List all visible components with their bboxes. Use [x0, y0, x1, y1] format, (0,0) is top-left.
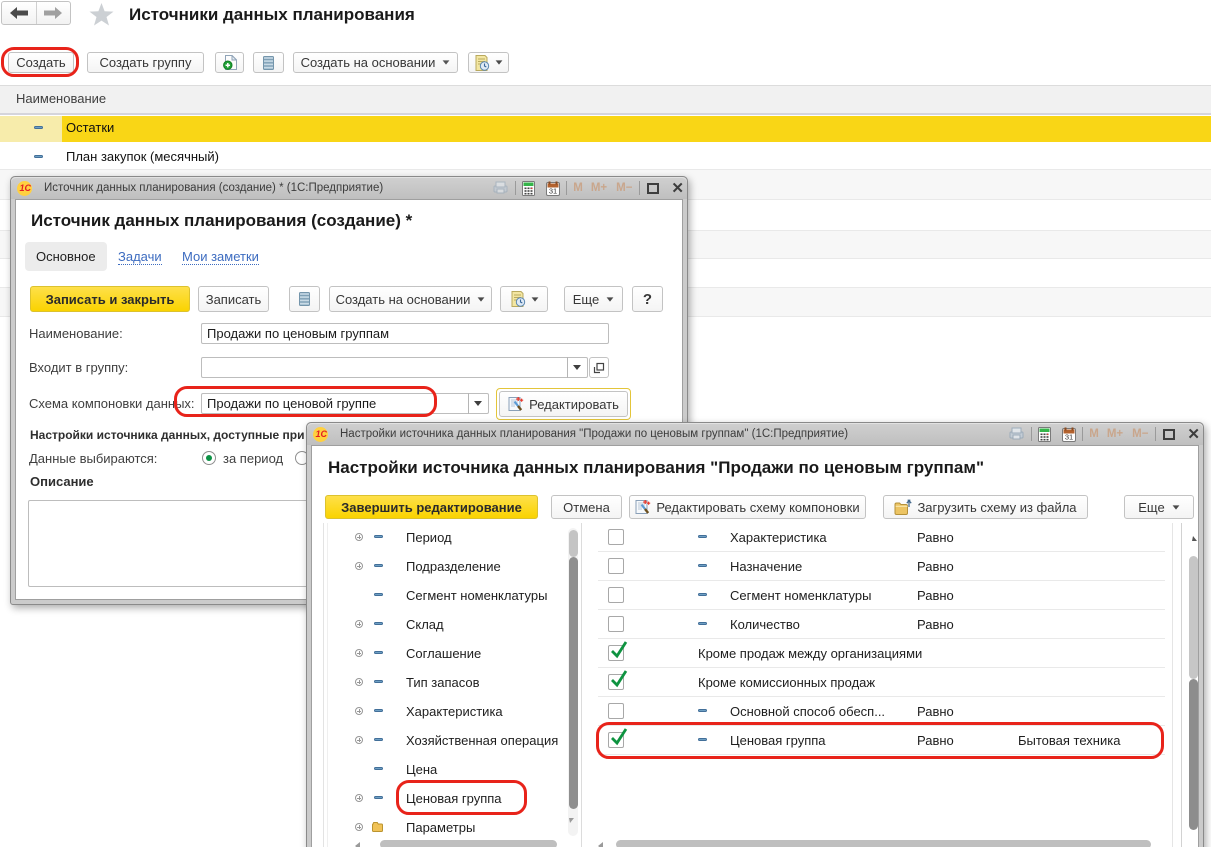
svg-text:31: 31: [549, 186, 557, 195]
svg-text:31: 31: [1065, 432, 1073, 441]
